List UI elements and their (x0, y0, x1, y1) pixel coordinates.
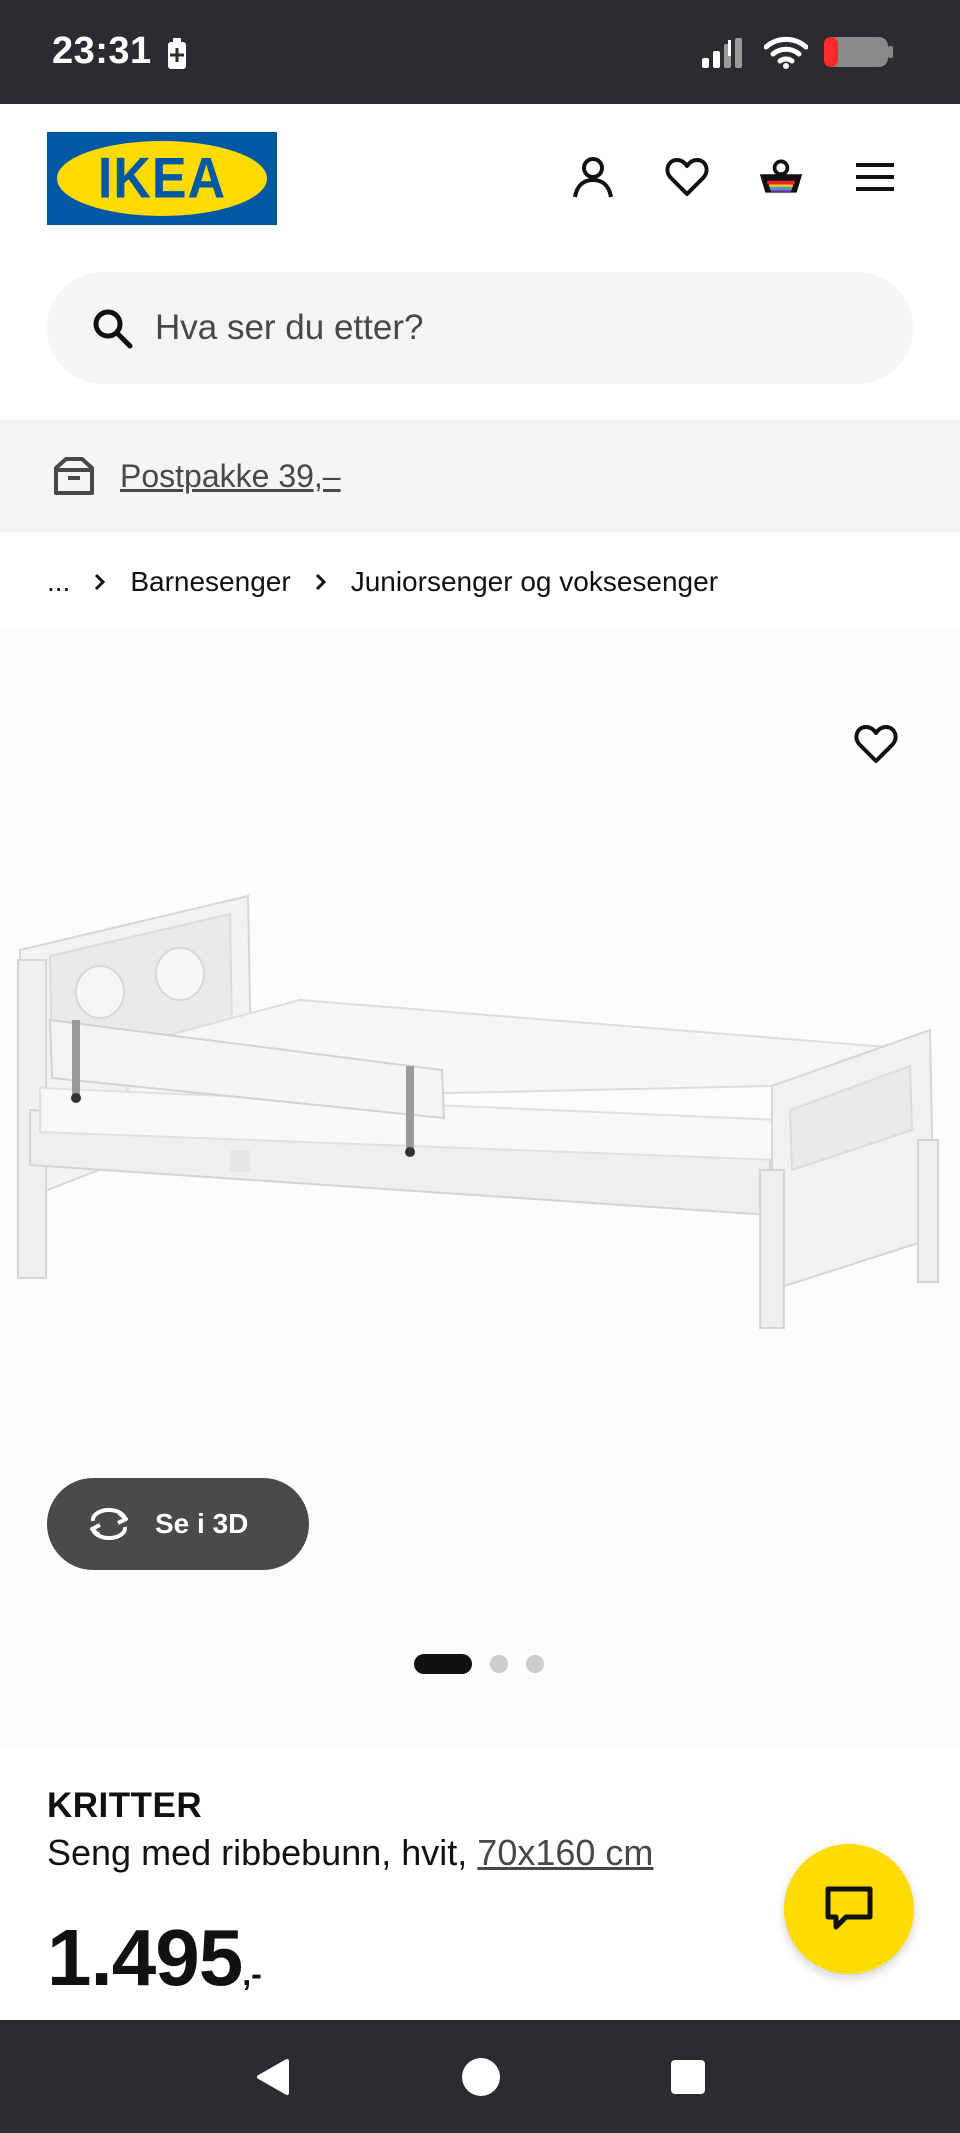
status-bar: 23:31 (0, 0, 960, 104)
breadcrumb-item-barnesenger[interactable]: Barnesenger (130, 566, 290, 598)
logo-text: IKEA (97, 146, 227, 211)
gallery-pagination (414, 1654, 544, 1674)
product-price: 1.495 ,- (47, 1912, 262, 2004)
battery-icon (824, 37, 893, 67)
chat-button[interactable] (784, 1844, 914, 1974)
chevron-right-icon (94, 573, 106, 591)
status-icons (702, 34, 894, 70)
view-in-3d-label: Se i 3D (155, 1508, 249, 1539)
breadcrumb-item-juniorsenger[interactable]: Juniorsenger og voksesenger (351, 566, 718, 598)
battery-charging-icon (168, 38, 186, 69)
pagination-dot[interactable] (490, 1655, 508, 1673)
product-image-bed (17, 894, 939, 1329)
breadcrumb-ellipsis[interactable]: ... (47, 566, 70, 598)
product-dimension-link[interactable]: 70x160 cm (477, 1832, 653, 1873)
logo-oval: IKEA (57, 141, 267, 216)
product-gallery[interactable]: Se i 3D (0, 630, 960, 1750)
breadcrumb: ... Barnesenger Juniorsenger og voksesen… (47, 562, 718, 602)
chevron-right-icon (315, 573, 327, 591)
menu-icon[interactable] (852, 154, 898, 200)
home-icon[interactable] (460, 2056, 502, 2098)
search-input[interactable]: Hva ser du etter? (47, 272, 913, 384)
view-in-3d-button[interactable]: Se i 3D (47, 1478, 309, 1570)
product-description-text: Seng med ribbebunn, hvit, (47, 1832, 468, 1873)
chat-icon (825, 1886, 873, 1930)
status-time: 23:31 (52, 30, 152, 72)
pagination-dot[interactable] (526, 1655, 544, 1673)
account-icon[interactable] (570, 154, 616, 200)
search-placeholder: Hva ser du etter? (155, 308, 424, 347)
product-description: Seng med ribbebunn, hvit, 70x160 cm (47, 1832, 653, 1874)
ikea-logo[interactable]: IKEA (47, 132, 277, 225)
rotate-3d-icon (90, 1507, 128, 1541)
pagination-dot-active[interactable] (414, 1654, 472, 1674)
system-navigation-bar (0, 2020, 960, 2133)
back-icon[interactable] (253, 2057, 293, 2097)
product-name: KRITTER (47, 1786, 203, 1825)
header-actions (570, 154, 898, 200)
recent-apps-icon[interactable] (669, 2058, 707, 2096)
basket-icon[interactable] (758, 154, 804, 200)
heart-icon[interactable] (664, 154, 710, 200)
site-header: IKEA Hva ser du etter? (0, 104, 960, 420)
add-to-favourites-heart-icon[interactable] (854, 724, 898, 768)
parcel-icon (54, 457, 94, 495)
signal-icon (702, 38, 742, 68)
delivery-banner: Postpakke 39,– (0, 420, 960, 532)
price-amount: 1.495 (47, 1913, 243, 2002)
delivery-link[interactable]: Postpakke 39,– (120, 458, 341, 495)
wifi-icon (764, 36, 808, 69)
search-icon (93, 309, 133, 349)
price-suffix: ,- (242, 1956, 262, 1992)
